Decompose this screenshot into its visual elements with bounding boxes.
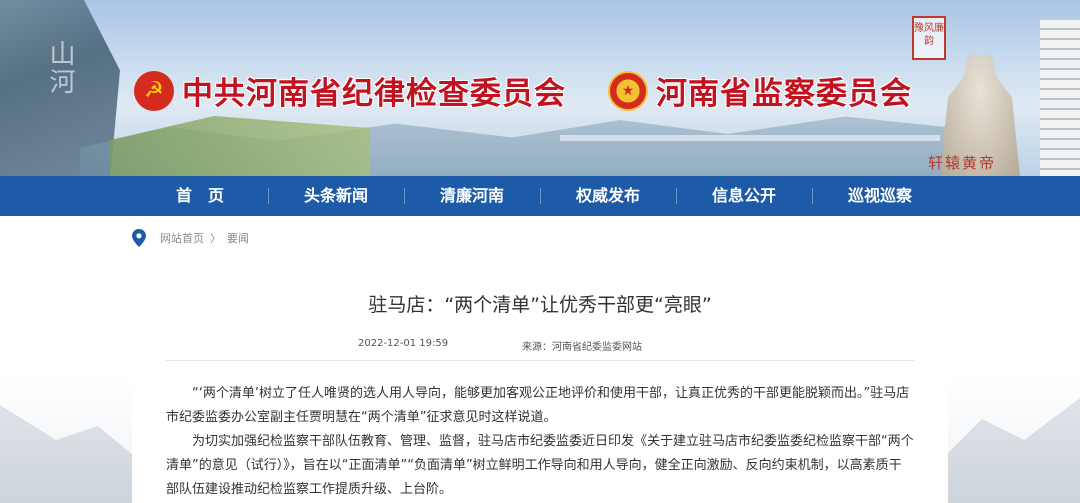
breadcrumb-current[interactable]: 要闻 bbox=[227, 230, 249, 246]
nav-item-clean-henan[interactable]: 清廉河南 bbox=[404, 176, 540, 216]
mountain-calligraphy: 山河 bbox=[45, 40, 75, 96]
breadcrumb: 网站首页 〉 要闻 bbox=[132, 229, 249, 247]
decor-hills-right bbox=[940, 398, 1080, 503]
article-title: 驻马店：“两个清单”让优秀干部更“亮眼” bbox=[368, 294, 712, 316]
header-banner: 山河 豫风廉韵 轩辕黄帝 ☭ 中共河南省纪律检查委员会 ★ 河南省监察委员会 bbox=[0, 0, 1080, 176]
landscape-field bbox=[110, 116, 370, 176]
nav-item-releases[interactable]: 权威发布 bbox=[540, 176, 676, 216]
main-nav: 首 页 头条新闻 清廉河南 权威发布 信息公开 巡视巡察 bbox=[0, 176, 1080, 216]
decor-hills-left bbox=[0, 405, 140, 503]
seal-stamp: 豫风廉韵 bbox=[912, 16, 946, 60]
article-paragraph: 为切实加强纪检监察干部队伍教育、管理、监督，驻马店市纪委监委近日印发《关于建立驻… bbox=[166, 434, 914, 497]
nav-item-disclosure[interactable]: 信息公开 bbox=[676, 176, 812, 216]
org-supervision-name: 河南省监察委员会 bbox=[656, 76, 912, 112]
article-container: 驻马店：“两个清单”让优秀干部更“亮眼” 2022-12-01 19:59 来源… bbox=[132, 256, 948, 503]
landscape-bridge bbox=[560, 135, 940, 141]
breadcrumb-separator: 〉 bbox=[210, 232, 221, 245]
org-discipline[interactable]: ☭ 中共河南省纪律检查委员会 bbox=[134, 68, 566, 113]
article-source: 来源：河南省纪委监委网站 bbox=[522, 342, 642, 353]
tower-image bbox=[1040, 20, 1080, 176]
location-pin-icon bbox=[132, 229, 146, 247]
statue-caption: 轩辕黄帝 bbox=[928, 154, 997, 172]
national-emblem-icon: ★ bbox=[608, 70, 648, 111]
party-emblem-icon: ☭ bbox=[134, 70, 174, 111]
breadcrumb-home-link[interactable]: 网站首页 bbox=[160, 230, 204, 246]
meta-divider bbox=[166, 360, 914, 361]
org-supervision[interactable]: ★ 河南省监察委员会 bbox=[608, 68, 912, 113]
nav-item-home[interactable]: 首 页 bbox=[132, 176, 268, 216]
org-discipline-name: 中共河南省纪律检查委员会 bbox=[182, 76, 566, 112]
nav-item-headlines[interactable]: 头条新闻 bbox=[268, 176, 404, 216]
article-paragraph: “‘两个清单’树立了任人唯贤的选人用人导向，能够更加客观公正地评价和使用干部，让… bbox=[166, 386, 910, 425]
article-body: “‘两个清单’树立了任人唯贤的选人用人导向，能够更加客观公正地评价和使用干部，让… bbox=[166, 382, 914, 502]
nav-item-inspection[interactable]: 巡视巡察 bbox=[812, 176, 948, 216]
article-date: 2022-12-01 19:59 bbox=[358, 338, 449, 349]
